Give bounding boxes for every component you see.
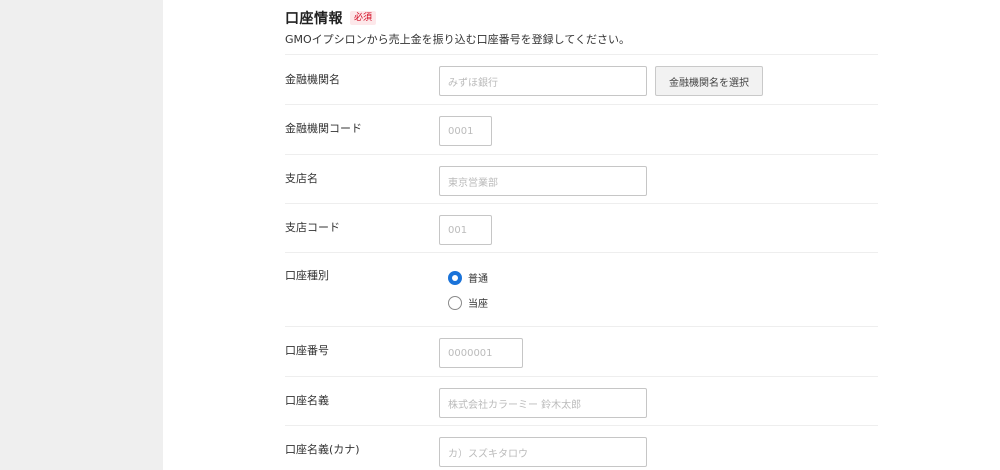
row-account-type: 口座種別 普通 当座 — [285, 252, 878, 326]
bank-name-input[interactable]: みずほ銀行 — [439, 66, 647, 96]
account-type-label: 口座種別 — [285, 269, 329, 282]
account-holder-label: 口座名義 — [285, 394, 329, 407]
row-account-holder-kana: 口座名義(カナ) カ）スズキタロウ — [285, 425, 878, 470]
branch-name-input[interactable]: 東京営業部 — [439, 166, 647, 196]
branch-code-label: 支店コード — [285, 221, 340, 234]
account-holder-kana-input[interactable]: カ）スズキタロウ — [439, 437, 647, 467]
account-number-label: 口座番号 — [285, 344, 329, 357]
section-title-row: 口座情報 必須 — [285, 8, 885, 28]
radio-option-checking[interactable]: 当座 — [448, 295, 488, 310]
radio-label-checking: 当座 — [468, 299, 488, 310]
section-title: 口座情報 — [285, 11, 343, 27]
row-branch-code: 支店コード 001 — [285, 203, 878, 252]
account-form: 金融機関名 みずほ銀行 金融機関名を選択 金融機関コード 0001 支店名 東京… — [285, 54, 878, 470]
row-bank-name: 金融機関名 みずほ銀行 金融機関名を選択 — [285, 54, 878, 104]
bank-code-input[interactable]: 0001 — [439, 116, 492, 146]
select-bank-button[interactable]: 金融機関名を選択 — [655, 66, 763, 96]
account-number-input[interactable]: 0000001 — [439, 338, 523, 368]
branch-code-input[interactable]: 001 — [439, 215, 492, 245]
row-branch-name: 支店名 東京営業部 — [285, 154, 878, 203]
bank-name-label: 金融機関名 — [285, 73, 340, 86]
bank-code-label: 金融機関コード — [285, 122, 362, 135]
branch-name-label: 支店名 — [285, 172, 318, 185]
left-sidebar-panel — [0, 0, 163, 470]
account-info-header: 口座情報 必須 GMOイプシロンから売上金を振り込む口座番号を登録してください。 — [285, 8, 885, 47]
required-badge: 必須 — [350, 11, 377, 25]
account-holder-input[interactable]: 株式会社カラーミー 鈴木太郎 — [439, 388, 647, 418]
radio-unchecked-icon[interactable] — [448, 295, 462, 310]
row-account-holder: 口座名義 株式会社カラーミー 鈴木太郎 — [285, 376, 878, 425]
account-holder-kana-label: 口座名義(カナ) — [285, 443, 360, 456]
radio-label-ordinary: 普通 — [468, 274, 488, 285]
radio-option-ordinary[interactable]: 普通 — [448, 270, 488, 285]
radio-checked-icon[interactable] — [448, 270, 462, 285]
row-account-number: 口座番号 0000001 — [285, 326, 878, 376]
section-description: GMOイプシロンから売上金を振り込む口座番号を登録してください。 — [285, 33, 631, 46]
row-bank-code: 金融機関コード 0001 — [285, 104, 878, 154]
